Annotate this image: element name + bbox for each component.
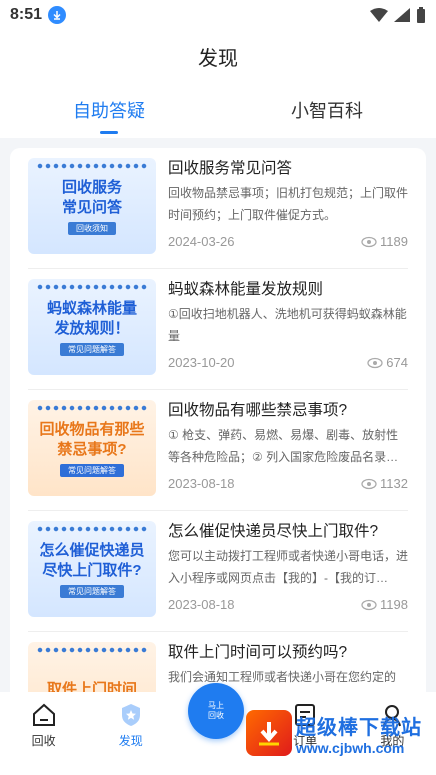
thumbnail-text: 蚂蚁森林能量 发放规则！ — [46, 299, 137, 337]
article-date: 2023-08-18 — [168, 597, 235, 612]
article-summary: 回收物品禁忌事项；旧机打包规范；上门取件时间预约；上门取件催促方式。 — [168, 186, 408, 222]
quick-recycle-button[interactable]: 马上 回收 — [188, 683, 244, 739]
list-item[interactable]: 怎么催促快递员 尽快上门取件? 常见问题解答 怎么催促快递员尽快上门取件? 您可… — [10, 511, 426, 632]
list-item[interactable]: 回收服务 常见问答 回收须知 回收服务常见问答 回收物品禁忌事项；旧机打包规范；… — [10, 148, 426, 269]
thumbnail-tag: 常见问题解答 — [60, 463, 124, 477]
article-summary: 您可以主动拨打工程师或者快递小哥电话，进入小程序或网页点击【我的】-【我的订… — [168, 549, 408, 585]
site-watermark: 超级棒下载站 www.cjbwh.com — [246, 703, 436, 763]
binder-rings — [36, 404, 148, 412]
article-date: 2023-08-18 — [168, 476, 235, 491]
signal-icon — [394, 8, 410, 22]
binder-rings — [36, 646, 148, 654]
tab-encyclopedia[interactable]: 小智百科 — [218, 82, 436, 138]
eye-icon — [361, 599, 377, 610]
watermark-logo-icon — [246, 710, 292, 756]
watermark-name: 超级棒下载站 — [296, 716, 422, 739]
article-thumbnail: 蚂蚁森林能量 发放规则！ 常见问题解答 — [28, 279, 156, 375]
binder-rings — [36, 162, 148, 170]
view-count-value: 674 — [386, 355, 408, 370]
thumbnail-text: 回收物品有那些 禁忌事项? — [39, 420, 145, 458]
tab-self-help[interactable]: 自助答疑 — [0, 82, 218, 138]
article-date: 2024-03-26 — [168, 234, 235, 249]
view-count-value: 1132 — [380, 476, 408, 491]
tab-bar: 自助答疑 小智百科 — [0, 82, 436, 138]
download-icon — [48, 6, 67, 24]
article-title: 回收物品有哪些禁忌事项? — [168, 402, 348, 419]
article-summary: ① 枪支、弹药、易燃、易爆、剧毒、放射性等各种危险品；② 列入国家危险废品名录… — [168, 428, 399, 464]
nav-item-recycle[interactable]: 回收 — [14, 702, 74, 775]
list-item[interactable]: 回收物品有那些 禁忌事项? 常见问题解答 回收物品有哪些禁忌事项? ① 枪支、弹… — [10, 390, 426, 511]
status-bar: 8:51 — [0, 0, 436, 30]
fab-label: 马上 回收 — [208, 701, 224, 720]
watermark-url: www.cjbwh.com — [296, 739, 405, 756]
active-tab-indicator — [100, 131, 118, 134]
article-summary: ①回收扫地机器人、洗地机可获得蚂蚁森林能量 — [168, 307, 407, 343]
nav-label: 回收 — [31, 734, 56, 748]
article-title: 怎么催促快递员尽快上门取件? — [168, 523, 379, 540]
article-thumbnail: 回收服务 常见问答 回收须知 — [28, 158, 156, 254]
eye-icon — [361, 478, 377, 489]
list-item[interactable]: 蚂蚁森林能量 发放规则！ 常见问题解答 蚂蚁森林能量发放规则 ①回收扫地机器人、… — [10, 269, 426, 390]
view-count: 674 — [367, 355, 408, 370]
discover-icon — [121, 704, 140, 726]
eye-icon — [361, 236, 377, 247]
article-title: 蚂蚁森林能量发放规则 — [168, 281, 324, 298]
nav-item-discover[interactable]: 发现 — [101, 702, 161, 775]
thumbnail-text: 怎么催促快递员 尽快上门取件? — [39, 541, 145, 579]
page-title: 发现 — [198, 47, 238, 70]
battery-icon — [417, 7, 425, 23]
wifi-icon — [370, 8, 388, 22]
article-list: 回收服务 常见问答 回收须知 回收服务常见问答 回收物品禁忌事项；旧机打包规范；… — [10, 148, 426, 708]
tab-label: 自助答疑 — [73, 101, 145, 121]
thumbnail-tag: 常见问题解答 — [60, 584, 124, 598]
page-header: 发现 — [0, 30, 436, 82]
view-count: 1198 — [361, 597, 408, 612]
binder-rings — [36, 283, 148, 291]
thumbnail-text: 回收服务 常见问答 — [61, 178, 122, 216]
view-count: 1189 — [361, 234, 408, 249]
binder-rings — [36, 525, 148, 533]
article-title: 回收服务常见问答 — [168, 160, 293, 177]
view-count: 1132 — [361, 476, 408, 491]
article-thumbnail: 怎么催促快递员 尽快上门取件? 常见问题解答 — [28, 521, 156, 617]
eye-icon — [367, 357, 383, 368]
article-thumbnail: 回收物品有那些 禁忌事项? 常见问题解答 — [28, 400, 156, 496]
thumbnail-tag: 回收须知 — [68, 221, 116, 235]
nav-label: 发现 — [118, 734, 143, 748]
home-icon — [32, 703, 55, 726]
article-title: 取件上门时间可以预约吗? — [168, 644, 348, 661]
tab-label: 小智百科 — [291, 101, 363, 121]
thumbnail-tag: 常见问题解答 — [60, 342, 124, 356]
status-time: 8:51 — [10, 6, 43, 23]
view-count-value: 1198 — [380, 597, 408, 612]
article-date: 2023-10-20 — [168, 355, 235, 370]
view-count-value: 1189 — [380, 234, 408, 249]
